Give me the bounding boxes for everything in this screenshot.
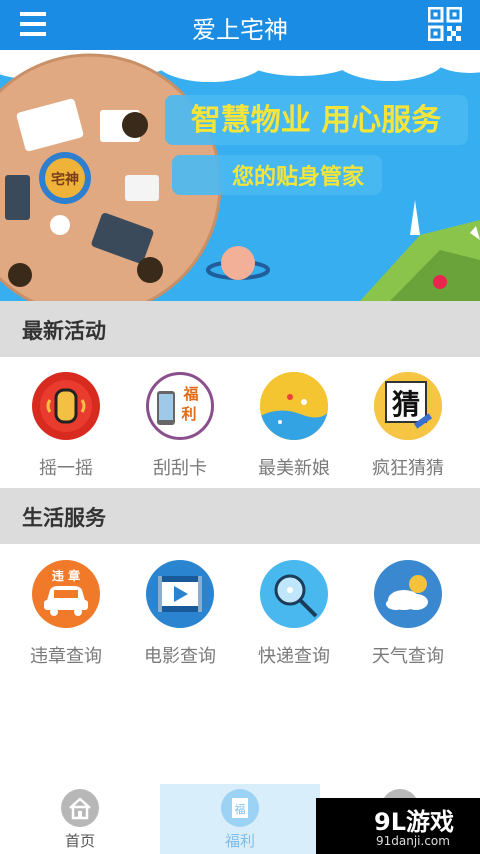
banner-headline: 智慧物业 用心服务: [191, 103, 441, 138]
section-header-activities: 最新活动: [0, 301, 480, 357]
banner-subline: 您的贴身管家: [232, 164, 365, 190]
activity-label: 刮刮卡: [153, 458, 207, 479]
shake-hand-icon: [32, 372, 100, 440]
service-violation[interactable]: 违 章 违章查询: [6, 560, 126, 668]
scratch-card-icon: 福 利: [146, 372, 214, 440]
scratch-badge-bottom: 利: [181, 405, 196, 423]
promo-banner[interactable]: 宅神 智慧物业 用心服务 您的贴身管家: [0, 50, 480, 301]
service-express[interactable]: 快递查询: [234, 560, 354, 668]
section-title: 最新活动: [22, 319, 106, 343]
magnifier-icon: [260, 560, 328, 628]
watermark-main: 9L游戏: [374, 808, 454, 836]
tab-welfare[interactable]: 福 福利: [160, 784, 320, 854]
welfare-glyph: 福: [235, 802, 246, 816]
film-icon: [146, 560, 214, 628]
site-watermark: 9L游戏 91danji.com: [316, 798, 480, 854]
activity-label: 疯狂猜猜: [372, 458, 444, 479]
guess-badge: 猜: [392, 388, 420, 421]
section-title: 生活服务: [22, 506, 106, 530]
violation-badge: 违 章: [52, 568, 80, 583]
activity-guess[interactable]: 猜 疯狂猜猜: [348, 372, 468, 480]
service-movie[interactable]: 电影查询: [120, 560, 240, 668]
activity-scratch-card[interactable]: 福 利 刮刮卡: [120, 372, 240, 480]
service-label: 快递查询: [258, 646, 330, 667]
activity-label: 摇一摇: [39, 458, 93, 479]
banner-illustration: 宅神 智慧物业 用心服务 您的贴身管家: [0, 50, 480, 301]
tab-home[interactable]: 首页: [0, 784, 160, 854]
tab-label: 首页: [64, 832, 95, 850]
service-label: 违章查询: [30, 646, 102, 667]
qr-code-icon[interactable]: [428, 7, 462, 41]
section-header-services: 生活服务: [0, 488, 480, 544]
gift-icon: 福: [221, 789, 259, 827]
service-label: 天气查询: [372, 646, 444, 667]
tab-label: 福利: [224, 832, 255, 850]
app-title: 爱上宅神: [192, 16, 288, 44]
guess-icon: 猜: [374, 372, 442, 440]
watermark-sub: 91danji.com: [376, 834, 450, 848]
banner-mascot-label: 宅神: [51, 171, 79, 188]
weather-icon: [374, 560, 442, 628]
service-label: 电影查询: [144, 646, 216, 667]
beach-icon: [260, 372, 328, 440]
home-icon: [61, 789, 99, 827]
top-app-bar: 爱上宅神: [0, 0, 480, 50]
scratch-badge-top: 福: [182, 385, 198, 403]
service-weather[interactable]: 天气查询: [348, 560, 468, 668]
app-screen: 爱上宅神 宅神 智慧物业 用心服务 您的贴身管家 最新活动 摇一摇 福 利 刮刮…: [0, 0, 480, 854]
activity-label: 最美新娘: [258, 458, 330, 479]
activity-bride[interactable]: 最美新娘: [234, 372, 354, 480]
car-violation-icon: 违 章: [32, 560, 100, 628]
activity-shake[interactable]: 摇一摇: [6, 372, 126, 480]
